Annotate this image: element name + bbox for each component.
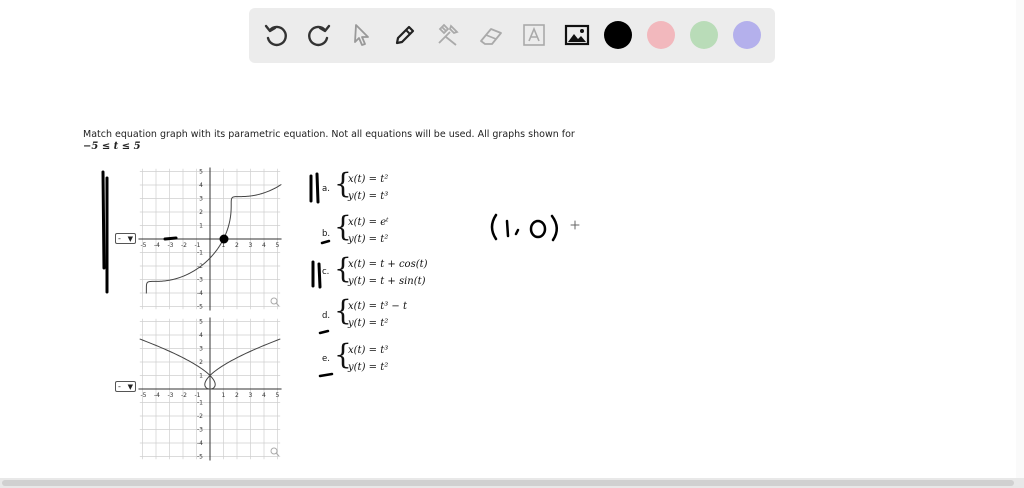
ink-point-graph <box>219 234 229 244</box>
scrollbar-thumb[interactable] <box>2 480 1014 486</box>
vertical-scrollbar[interactable] <box>1016 0 1024 478</box>
horizontal-scrollbar[interactable] <box>0 478 1024 488</box>
crosshair-cursor <box>570 220 580 230</box>
ink-dash-d <box>318 329 330 335</box>
ink-dash-b <box>320 239 331 245</box>
ink-mark-a-2 <box>315 172 320 204</box>
ink-dash-graph <box>163 236 178 241</box>
ink-comma <box>514 228 520 236</box>
handwritten-annotations <box>101 170 580 378</box>
ink-paren-open <box>490 213 498 241</box>
ink-digit-zero <box>529 219 547 239</box>
ink-digit-one <box>505 219 510 238</box>
ink-mark-c-2 <box>317 262 322 289</box>
ink-dash-e <box>318 372 334 378</box>
ink-bar-left-1 <box>101 170 106 270</box>
ink-paren-close <box>550 214 558 242</box>
